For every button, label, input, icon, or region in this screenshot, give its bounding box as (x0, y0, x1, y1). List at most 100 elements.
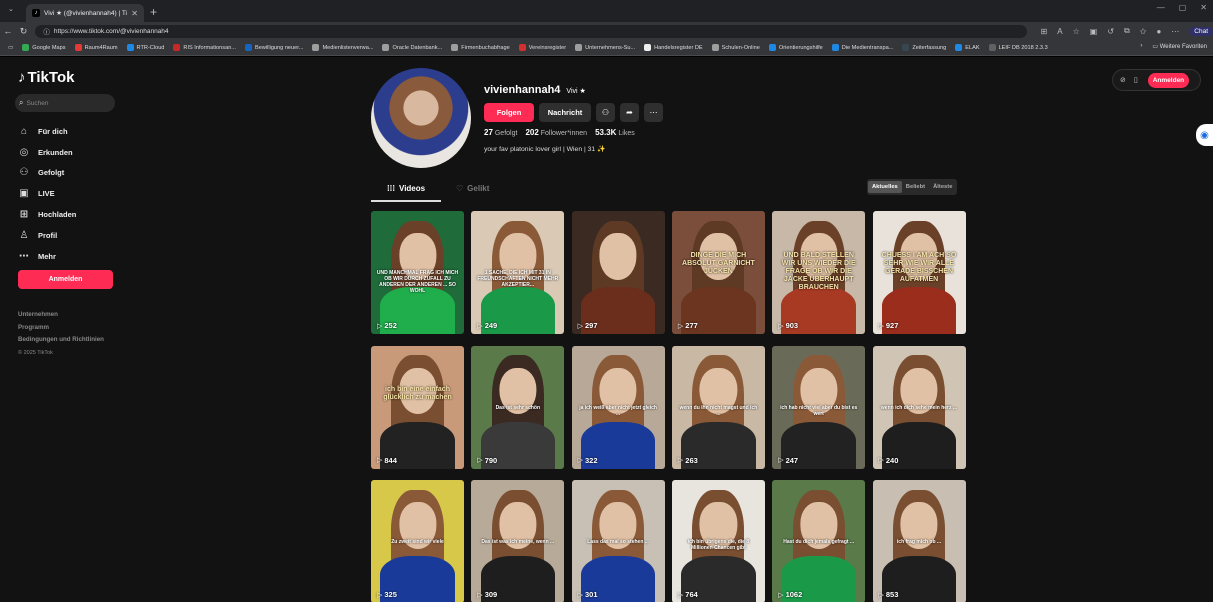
maximize-icon[interactable]: ▢ (1179, 3, 1187, 12)
follow-button[interactable]: Folgen (484, 103, 534, 122)
video-card[interactable]: wenn du ihn nicht magst und ich ... ▷ 263 (671, 345, 765, 469)
footer-link[interactable]: Unternehmen (18, 309, 104, 322)
footer-link[interactable]: Programm (18, 322, 104, 335)
browser-tab-strip: ⌄ ♪ Vivi ★ (@vivienhannah4) | TikTok ✕ +… (0, 0, 1213, 22)
profile-tabs: ⁞⁞⁞ Videos ♡ Gelikt Aktuelles Beliebt Älte… (371, 179, 963, 202)
bookmarks-chevron-icon[interactable]: › (1140, 43, 1142, 50)
video-card[interactable]: ▷ 297 (571, 211, 665, 334)
video-card[interactable]: ja ich weiß aber nicht jetzt gleich ... ▷… (571, 345, 665, 469)
device-icon[interactable]: ▯ (1134, 76, 1138, 84)
video-card[interactable]: Das ist sehr schön ▷ 790 (471, 345, 565, 469)
url-field[interactable]: ⓘ https://www.tiktok.com/@vivienhannah4 (35, 24, 1027, 38)
bookmark-item[interactable]: Zeiterfassung (902, 44, 946, 51)
tab-liked[interactable]: ♡ Gelikt (456, 184, 489, 193)
video-card[interactable]: Zu zweit sind wir viele ▷ 325 (371, 480, 464, 602)
video-card[interactable]: Das ist was ich meine, wenn ... ▷ 309 (471, 480, 565, 602)
more-favorites-folder[interactable]: ▭ Weitere Favoriten (1152, 43, 1207, 50)
video-card[interactable]: UND BALD STELLEN WIR UNS WIEDER DIE FRAG… (772, 211, 866, 334)
video-card[interactable]: Lass das mal so stehen ... ▷ 301 (571, 480, 665, 602)
bookmark-favicon-icon (644, 44, 652, 51)
bookmark-item[interactable]: LEIF DB 2018 2.3.3 (988, 44, 1048, 51)
refresh-extension-icon[interactable]: ↺ (1107, 27, 1114, 36)
profile-avatar-icon[interactable]: ● (1156, 27, 1161, 36)
bookmark-item[interactable]: Bewilligung neuer... (244, 44, 303, 51)
footer-link[interactable]: Bedingungen und Richtlinien (18, 334, 104, 347)
thumbnail-face (599, 233, 637, 280)
bookmark-item[interactable]: Vereinsregister (518, 44, 566, 51)
more-options-icon[interactable]: ⋯ (644, 103, 663, 122)
assistant-float-icon[interactable]: ◉ (1196, 124, 1213, 146)
bookmark-item[interactable]: Medienlistenverwa... (312, 44, 373, 51)
apps-icon[interactable]: ▭ (8, 45, 13, 51)
search-input[interactable]: ⌕ Suchen (15, 94, 115, 112)
add-friend-icon[interactable]: ⚇ (596, 103, 615, 122)
bookmark-item[interactable]: Oracle Datenbank... (382, 44, 442, 51)
video-card[interactable]: UND MANCHMAL FRAG ICH MICH OB WIR DURCH … (371, 211, 464, 334)
tab-close-icon[interactable]: ✕ (131, 9, 138, 18)
bookmark-item[interactable]: Handelsregister DE (644, 44, 703, 51)
site-info-icon[interactable]: ⓘ (43, 26, 50, 36)
copilot-chat-button[interactable]: Chat (1189, 26, 1213, 36)
minimize-icon[interactable]: — (1157, 3, 1165, 12)
more-menu-icon[interactable]: ⋯ (1171, 27, 1179, 36)
app-icon[interactable]: ⊞ (1041, 27, 1048, 36)
favorite-star-icon[interactable]: ☆ (1073, 27, 1080, 36)
sidebar-item-6[interactable]: ⋯ Mehr (18, 246, 76, 267)
bookmark-item[interactable]: Firmenbuchabfrage (451, 44, 510, 51)
sort-option[interactable]: Beliebt (902, 181, 929, 193)
view-count: ▷ 325 (377, 590, 397, 599)
video-card[interactable]: 1 SACHE, DIE ICH MIT 31 IN FREUNDSCHAFTE… (471, 211, 565, 334)
followers-stat[interactable]: 202 Follower*innen (525, 128, 587, 137)
split-screen-icon[interactable]: ⧉ (1124, 26, 1130, 36)
view-count-value: 252 (384, 321, 397, 330)
view-count-value: 790 (484, 455, 498, 465)
sidebar-item-4[interactable]: ⊞ Hochladen (18, 204, 77, 225)
video-card[interactable]: DINGE DIE MICH ABSOLUT GARNICHT JUCKEN ▷ 2… (671, 211, 765, 334)
bookmark-item[interactable]: Die Medientranspa... (831, 44, 893, 51)
new-tab-button[interactable]: + (150, 5, 157, 19)
message-button[interactable]: Nachricht (539, 103, 591, 122)
video-card[interactable]: CHUESS I AM ACH SO SEHR WIE WIR ALLE GER… (872, 211, 966, 334)
tiktok-logo[interactable]: ♪ TikTok (18, 69, 74, 86)
share-icon[interactable]: ➦ (620, 103, 639, 122)
username: vivienhannah4 (484, 84, 561, 96)
logo-text: TikTok (27, 69, 75, 86)
video-caption: UND BALD STELLEN WIR UNS WIEDER DIE FRAG… (781, 251, 856, 291)
bookmark-item[interactable]: ELAK (955, 44, 980, 51)
sidebar-item-2[interactable]: ⚇ Gefolgt (18, 163, 76, 184)
play-icon: ▷ (477, 457, 483, 464)
video-card[interactable]: wenn ich dich sehe mein herz ... ▷ 240 (872, 345, 966, 469)
favorites-icon[interactable]: ✩ (1140, 27, 1147, 36)
video-card[interactable]: Hast du dich jemals gefragt ... ▷ 1062 (772, 480, 866, 602)
bookmark-item[interactable]: Google Maps (22, 44, 66, 51)
video-card[interactable]: ich frag mich ob ... ▷ 853 (872, 480, 966, 602)
sidebar-item-3[interactable]: ▣ LIVE (18, 183, 76, 204)
bookmark-item[interactable]: RIS Informationsan... (173, 44, 236, 51)
video-card[interactable]: ich bin übrigens die, die 8 Millionen Ch… (671, 480, 765, 602)
sort-option[interactable]: Älteste (929, 181, 956, 193)
sidebar-item-0[interactable]: ⌂ Für dich (18, 121, 76, 142)
reload-icon[interactable]: ↻ (16, 26, 32, 37)
sort-option[interactable]: Aktuelles (868, 181, 902, 193)
bookmark-item[interactable]: Schulen-Online (711, 44, 760, 51)
extension-icon[interactable]: ▣ (1090, 27, 1098, 36)
top-login-button[interactable]: Anmelden (1147, 72, 1190, 88)
bookmark-label: Zeiterfassung (912, 44, 947, 51)
video-card[interactable]: ich hab nicht viel aber du bist es wert ▷… (772, 345, 866, 469)
sidebar-item-1[interactable]: ◎ Erkunden (18, 142, 76, 163)
tab-videos[interactable]: ⁞⁞⁞ Videos (387, 184, 425, 193)
bookmark-item[interactable]: Raum4Raum (74, 44, 118, 51)
back-icon[interactable]: ← (0, 26, 16, 36)
sidebar-item-5[interactable]: ♙ Profil (18, 225, 76, 246)
bookmark-item[interactable]: RTR-Cloud (126, 44, 164, 51)
tab-list-chevron-icon[interactable]: ⌄ (8, 5, 14, 13)
following-stat[interactable]: 27 Gefolgt (484, 128, 517, 137)
compass-icon[interactable]: ⊘ (1120, 76, 1126, 84)
bookmark-item[interactable]: Unternehmens-Su... (575, 44, 635, 51)
sidebar-login-button[interactable]: Anmelden (18, 270, 113, 289)
bookmark-item[interactable]: Orientierungshilfe (768, 44, 823, 51)
window-close-icon[interactable]: ✕ (1200, 3, 1207, 12)
video-card[interactable]: ich bin eine einfach glücklich zu machen… (371, 345, 464, 469)
read-aloud-icon[interactable]: A (1057, 27, 1062, 36)
browser-tab-active[interactable]: ♪ Vivi ★ (@vivienhannah4) | TikTok ✕ (26, 4, 144, 22)
